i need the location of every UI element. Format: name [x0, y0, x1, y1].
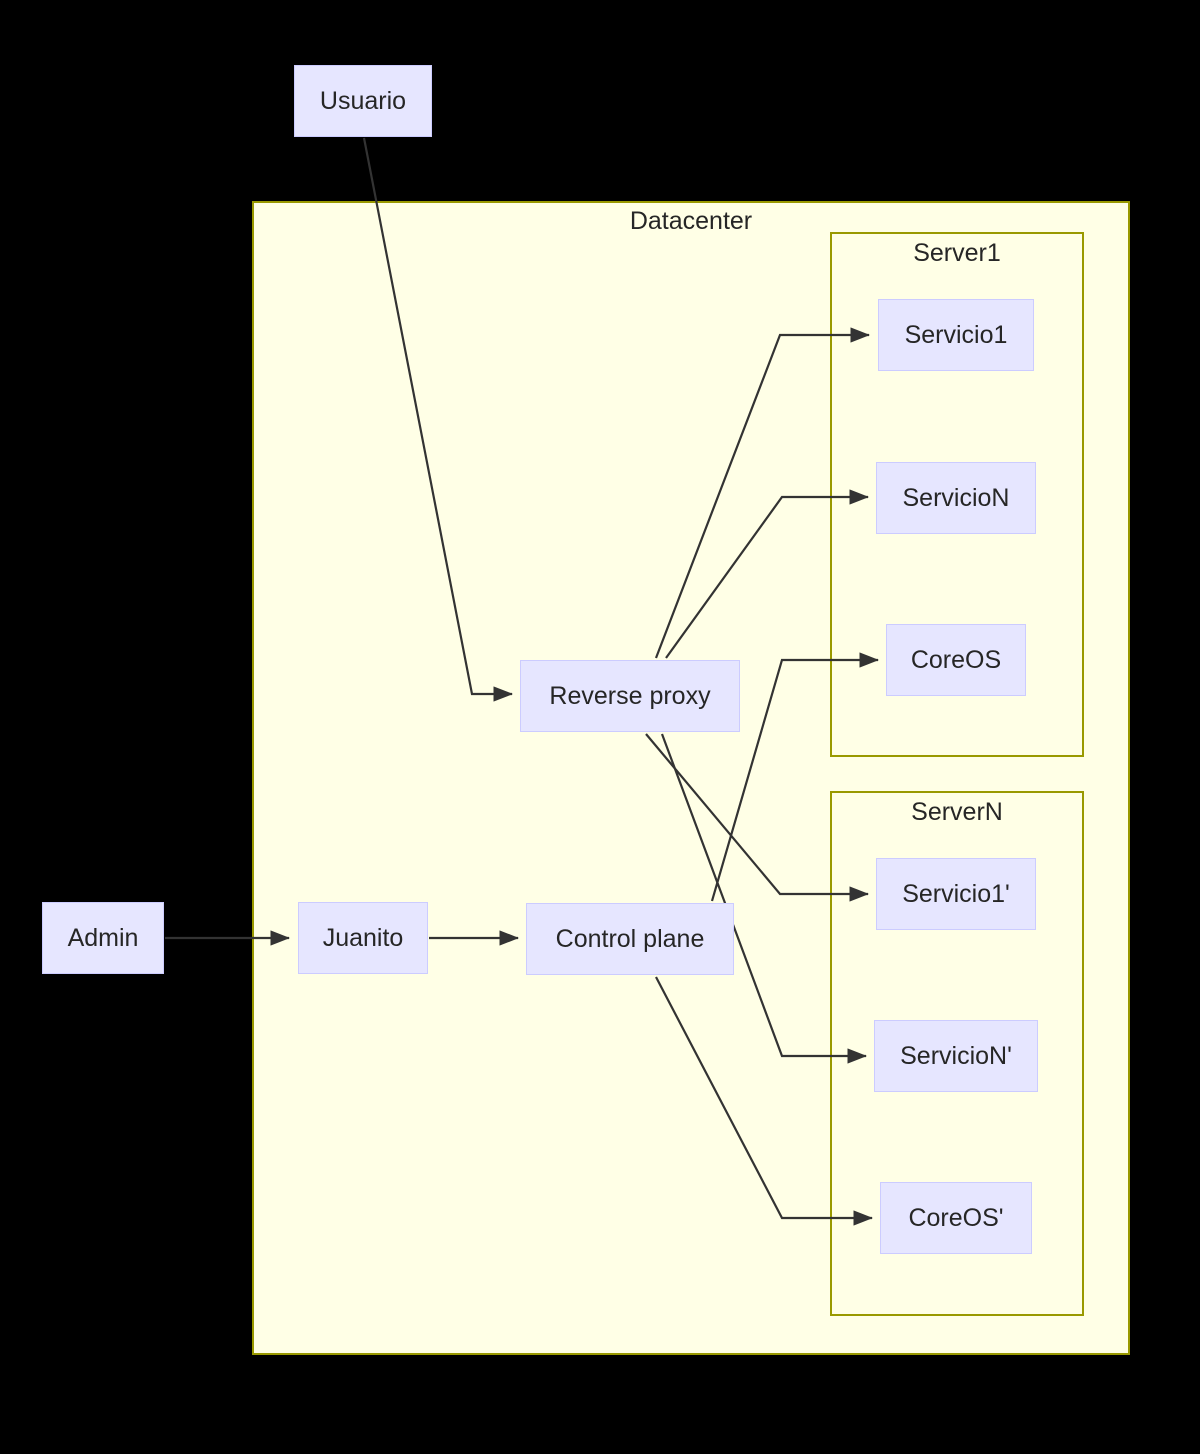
node-servicioN-prime[interactable]: ServicioN'	[874, 1020, 1038, 1092]
node-servicio1-prime-label: Servicio1'	[902, 879, 1010, 908]
node-juanito[interactable]: Juanito	[298, 902, 428, 974]
node-juanito-label: Juanito	[322, 923, 404, 952]
node-admin-label: Admin	[67, 923, 139, 952]
container-serverN-label: ServerN	[911, 798, 1003, 826]
node-coreos-label: CoreOS	[910, 645, 1002, 674]
node-reverse-proxy[interactable]: Reverse proxy	[520, 660, 740, 732]
node-servicioN[interactable]: ServicioN	[876, 462, 1036, 534]
node-servicio1-label: Servicio1	[904, 320, 1008, 349]
node-usuario-label: Usuario	[319, 86, 407, 115]
node-control-plane[interactable]: Control plane	[526, 903, 734, 975]
node-admin[interactable]: Admin	[42, 902, 164, 974]
node-reverse-proxy-label: Reverse proxy	[549, 681, 711, 710]
node-coreos-prime[interactable]: CoreOS'	[880, 1182, 1032, 1254]
node-servicio1-prime[interactable]: Servicio1'	[876, 858, 1036, 930]
node-usuario[interactable]: Usuario	[294, 65, 432, 137]
node-servicioN-prime-label: ServicioN'	[900, 1041, 1012, 1070]
node-control-plane-label: Control plane	[555, 924, 705, 953]
node-servicio1[interactable]: Servicio1	[878, 299, 1034, 371]
node-coreos[interactable]: CoreOS	[886, 624, 1026, 696]
node-servicioN-label: ServicioN	[902, 483, 1010, 512]
node-coreos-prime-label: CoreOS'	[908, 1203, 1004, 1232]
diagram-canvas: Datacenter Server1 ServerN Usuario Admin…	[0, 0, 1200, 1454]
container-server1-label: Server1	[913, 239, 1001, 267]
